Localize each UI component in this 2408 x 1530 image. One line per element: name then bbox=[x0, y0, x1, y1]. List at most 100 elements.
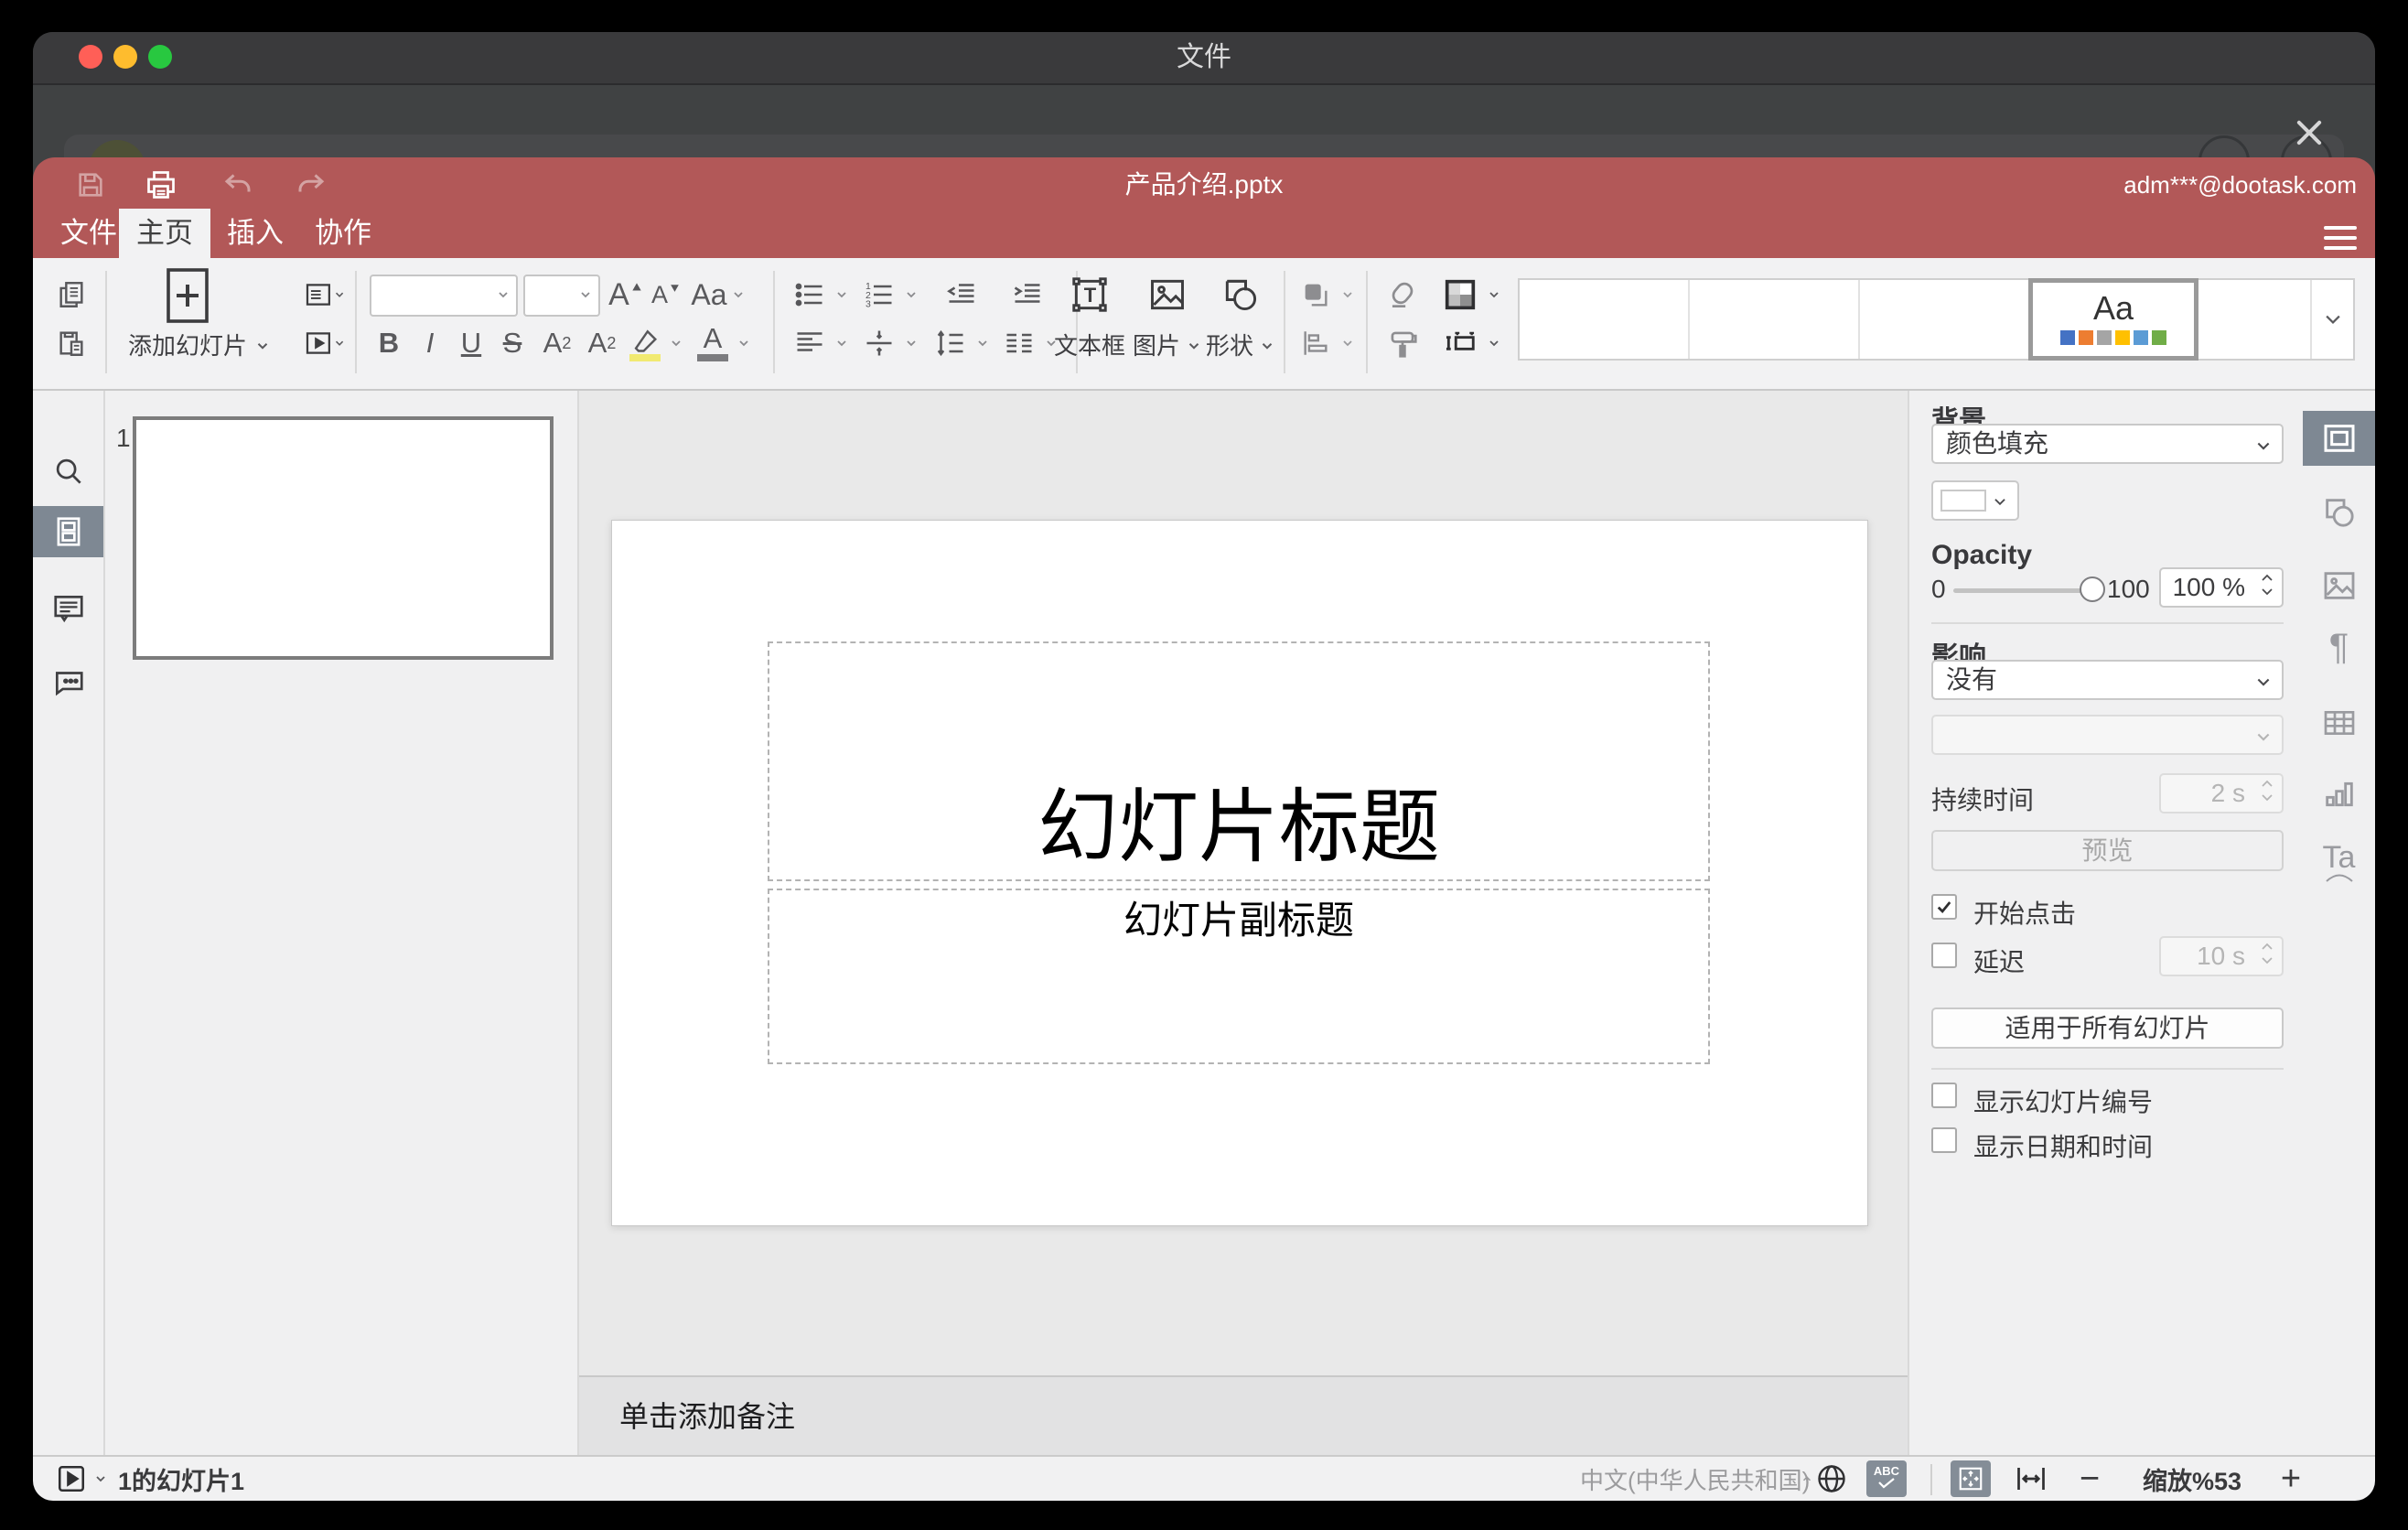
search-icon[interactable] bbox=[33, 446, 103, 497]
vertical-align-arrow-icon[interactable] bbox=[899, 323, 923, 363]
theme-item[interactable] bbox=[1690, 280, 1860, 359]
chart-settings-icon[interactable] bbox=[2303, 767, 2375, 822]
start-slideshow-status-icon[interactable] bbox=[53, 1457, 90, 1501]
show-date-checkbox[interactable] bbox=[1931, 1127, 1957, 1153]
duration-spinner[interactable]: 2 s bbox=[2159, 773, 2284, 813]
arrange-arrow-icon[interactable] bbox=[1336, 275, 1360, 315]
comments-icon[interactable] bbox=[33, 583, 103, 634]
image-settings-icon[interactable] bbox=[2303, 558, 2375, 613]
preview-button[interactable]: 预览 bbox=[1931, 830, 2284, 871]
subscript-icon[interactable]: A2 bbox=[580, 323, 624, 363]
theme-gallery-expand-icon[interactable] bbox=[2312, 280, 2353, 359]
slide-size-arrow-icon[interactable] bbox=[1482, 323, 1506, 363]
bold-icon[interactable]: B bbox=[370, 323, 408, 363]
increase-indent-icon[interactable] bbox=[1005, 275, 1050, 315]
zoom-in-button[interactable]: + bbox=[2273, 1457, 2309, 1501]
underline-icon[interactable]: U bbox=[452, 323, 490, 363]
slideshow-mode-arrow-icon[interactable] bbox=[90, 1457, 112, 1501]
font-size-select[interactable] bbox=[523, 275, 600, 317]
horizontal-align-icon[interactable] bbox=[790, 323, 830, 363]
color-scheme-arrow-icon[interactable] bbox=[1482, 275, 1506, 315]
slide-size-icon[interactable] bbox=[1438, 323, 1482, 363]
start-slideshow-icon[interactable] bbox=[304, 323, 346, 363]
fit-width-icon[interactable] bbox=[2009, 1457, 2053, 1501]
superscript-icon[interactable]: A2 bbox=[535, 323, 579, 363]
add-slide-icon[interactable] bbox=[164, 265, 211, 326]
line-spacing-arrow-icon[interactable] bbox=[971, 323, 994, 363]
italic-icon[interactable]: I bbox=[411, 323, 449, 363]
paragraph-settings-icon[interactable]: ¶ bbox=[2303, 620, 2375, 674]
vertical-align-icon[interactable] bbox=[859, 323, 899, 363]
shape-button[interactable]: 形状 bbox=[1204, 329, 1277, 362]
add-slide-button[interactable]: 添加幻灯片 bbox=[110, 329, 289, 362]
fit-slide-icon[interactable] bbox=[1951, 1460, 1991, 1497]
numbering-arrow-icon[interactable] bbox=[899, 275, 923, 315]
delay-checkbox[interactable] bbox=[1931, 943, 1957, 968]
opacity-spinner[interactable]: 100 % bbox=[2159, 567, 2284, 608]
show-slide-number-checkbox[interactable] bbox=[1931, 1083, 1957, 1108]
columns-icon[interactable] bbox=[999, 323, 1039, 363]
line-spacing-icon[interactable] bbox=[930, 323, 971, 363]
opacity-slider-knob[interactable] bbox=[2080, 576, 2105, 602]
align-shape-icon[interactable] bbox=[1295, 323, 1336, 363]
arrange-shape-icon[interactable] bbox=[1295, 275, 1336, 315]
shape-settings-icon[interactable] bbox=[2303, 485, 2375, 540]
strikeout-icon[interactable]: S bbox=[493, 323, 532, 363]
table-settings-icon[interactable] bbox=[2303, 695, 2375, 750]
theme-item-selected[interactable]: Aa bbox=[2028, 278, 2198, 361]
tab-file[interactable]: 文件 bbox=[59, 209, 119, 258]
slides-panel-icon[interactable] bbox=[33, 506, 103, 557]
decrease-font-icon[interactable]: A bbox=[648, 275, 684, 315]
font-color-arrow-icon[interactable] bbox=[732, 323, 756, 363]
tab-collaboration[interactable]: 协作 bbox=[313, 209, 373, 258]
effect-type-select[interactable] bbox=[1931, 715, 2284, 755]
theme-item[interactable] bbox=[2198, 280, 2312, 359]
subtitle-placeholder[interactable]: 幻灯片副标题 bbox=[768, 889, 1710, 1064]
menu-icon[interactable] bbox=[2324, 226, 2357, 250]
spellcheck-icon[interactable]: ABC bbox=[1866, 1460, 1907, 1497]
align-arrow-icon[interactable] bbox=[1336, 323, 1360, 363]
slide-thumbnail-selected[interactable] bbox=[133, 416, 554, 660]
shape-icon[interactable] bbox=[1215, 275, 1266, 315]
color-scheme-icon[interactable] bbox=[1438, 275, 1482, 315]
set-language-globe-icon[interactable] bbox=[1811, 1457, 1852, 1501]
increase-font-icon[interactable]: A bbox=[606, 275, 646, 315]
theme-item[interactable] bbox=[1520, 280, 1690, 359]
decrease-indent-icon[interactable] bbox=[939, 275, 984, 315]
image-icon[interactable] bbox=[1142, 275, 1193, 315]
opacity-slider-track[interactable] bbox=[1953, 588, 2091, 593]
chat-icon[interactable] bbox=[33, 656, 103, 707]
title-placeholder[interactable]: 幻灯片标题 bbox=[768, 641, 1710, 881]
close-icon[interactable] bbox=[2289, 113, 2329, 153]
slide-layout-icon[interactable] bbox=[304, 275, 346, 315]
font-name-select[interactable] bbox=[370, 275, 518, 317]
background-color-swatch[interactable] bbox=[1931, 480, 2019, 521]
effect-select[interactable]: 没有 bbox=[1931, 660, 2284, 700]
tab-insert[interactable]: 插入 bbox=[225, 209, 285, 258]
zoom-out-button[interactable]: − bbox=[2071, 1457, 2108, 1501]
slide-canvas[interactable]: 幻灯片标题 幻灯片副标题 bbox=[611, 520, 1868, 1226]
bullets-icon[interactable] bbox=[790, 275, 830, 315]
horizontal-align-arrow-icon[interactable] bbox=[830, 323, 854, 363]
start-on-click-checkbox[interactable] bbox=[1931, 894, 1957, 920]
text-box-button[interactable]: 文本框 bbox=[1044, 329, 1135, 362]
apply-to-all-slides-button[interactable]: 适用于所有幻灯片 bbox=[1931, 1007, 2284, 1049]
copy-style-icon[interactable] bbox=[1380, 323, 1425, 363]
zoom-level-label[interactable]: 缩放%53 bbox=[2128, 1457, 2256, 1501]
slide-settings-icon[interactable] bbox=[2303, 411, 2375, 466]
highlight-color-arrow-icon[interactable] bbox=[664, 323, 688, 363]
theme-item[interactable] bbox=[1860, 280, 2030, 359]
text-art-settings-icon[interactable]: Ta bbox=[2303, 835, 2375, 890]
paste-icon[interactable] bbox=[51, 323, 91, 363]
font-color-icon[interactable]: A bbox=[693, 322, 732, 363]
tab-home[interactable]: 主页 bbox=[119, 209, 210, 258]
clear-style-icon[interactable] bbox=[1380, 275, 1425, 315]
bullets-arrow-icon[interactable] bbox=[830, 275, 854, 315]
numbering-icon[interactable]: 123 bbox=[859, 275, 899, 315]
language-label[interactable]: 中文(中华人民共和国) bbox=[1580, 1457, 1810, 1501]
copy-icon[interactable] bbox=[51, 275, 91, 315]
background-fill-select[interactable]: 颜色填充 bbox=[1931, 424, 2284, 464]
change-case-icon[interactable]: Aa bbox=[686, 275, 750, 315]
delay-spinner[interactable]: 10 s bbox=[2159, 936, 2284, 976]
image-button[interactable]: 图片 bbox=[1131, 329, 1204, 362]
